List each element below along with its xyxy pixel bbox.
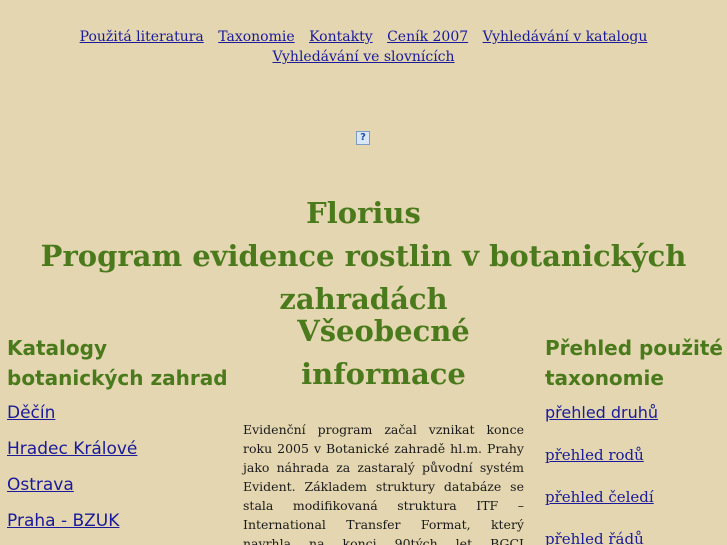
taxonomy-overview-heading: Přehled použité taxonomie <box>545 336 723 390</box>
general-info-column: Všeobecné informace Evidenční program za… <box>243 310 524 545</box>
taxonomy-overview-column: Přehled použité taxonomie přehled druhů … <box>545 333 725 545</box>
app-name: Florius <box>306 196 421 230</box>
nav-link-literatura[interactable]: Použitá literatura <box>80 29 204 45</box>
nav-link-taxonomie[interactable]: Taxonomie <box>218 29 294 45</box>
garden-catalogs-heading: Katalogy botanických zahrad <box>7 336 228 390</box>
general-info-text: Evidenční program začal vznikat konce ro… <box>243 422 524 545</box>
nav-link-kontakty[interactable]: Kontakty <box>309 29 373 45</box>
catalog-link-ostrava[interactable]: Ostrava <box>7 475 237 495</box>
garden-catalogs-column: Katalogy botanických zahrad Děčín Hradec… <box>7 333 237 545</box>
nav-link-vyhledavani-slovniky[interactable]: Vyhledávání ve slovnících <box>272 49 454 65</box>
general-info-heading: Všeobecné informace <box>243 310 524 396</box>
nav-link-cenik[interactable]: Ceník 2007 <box>387 29 468 45</box>
taxonomy-link-rady[interactable]: přehled řádů <box>545 529 725 545</box>
taxonomy-link-druhy[interactable]: přehled druhů <box>545 403 725 423</box>
broken-image-icon: ? <box>356 131 370 145</box>
catalog-link-hradec-kralove[interactable]: Hradec Králové <box>7 439 237 459</box>
catalog-link-praha-bzuk[interactable]: Praha - BZUK <box>7 511 237 531</box>
page-title: Florius Program evidence rostlin v botan… <box>0 192 727 321</box>
taxonomy-link-celedi[interactable]: přehled čeledí <box>545 487 725 507</box>
top-navigation: Použitá literatura Taxonomie Kontakty Ce… <box>30 27 697 67</box>
general-info-heading-line1: Všeobecné <box>297 314 470 348</box>
taxonomy-link-rody[interactable]: přehled rodů <box>545 445 725 465</box>
catalog-link-decin[interactable]: Děčín <box>7 403 237 423</box>
nav-link-vyhledavani-katalog[interactable]: Vyhledávání v katalogu <box>483 29 648 45</box>
general-info-heading-line2: informace <box>301 357 466 391</box>
app-subtitle: Program evidence rostlin v botanických z… <box>40 239 687 316</box>
